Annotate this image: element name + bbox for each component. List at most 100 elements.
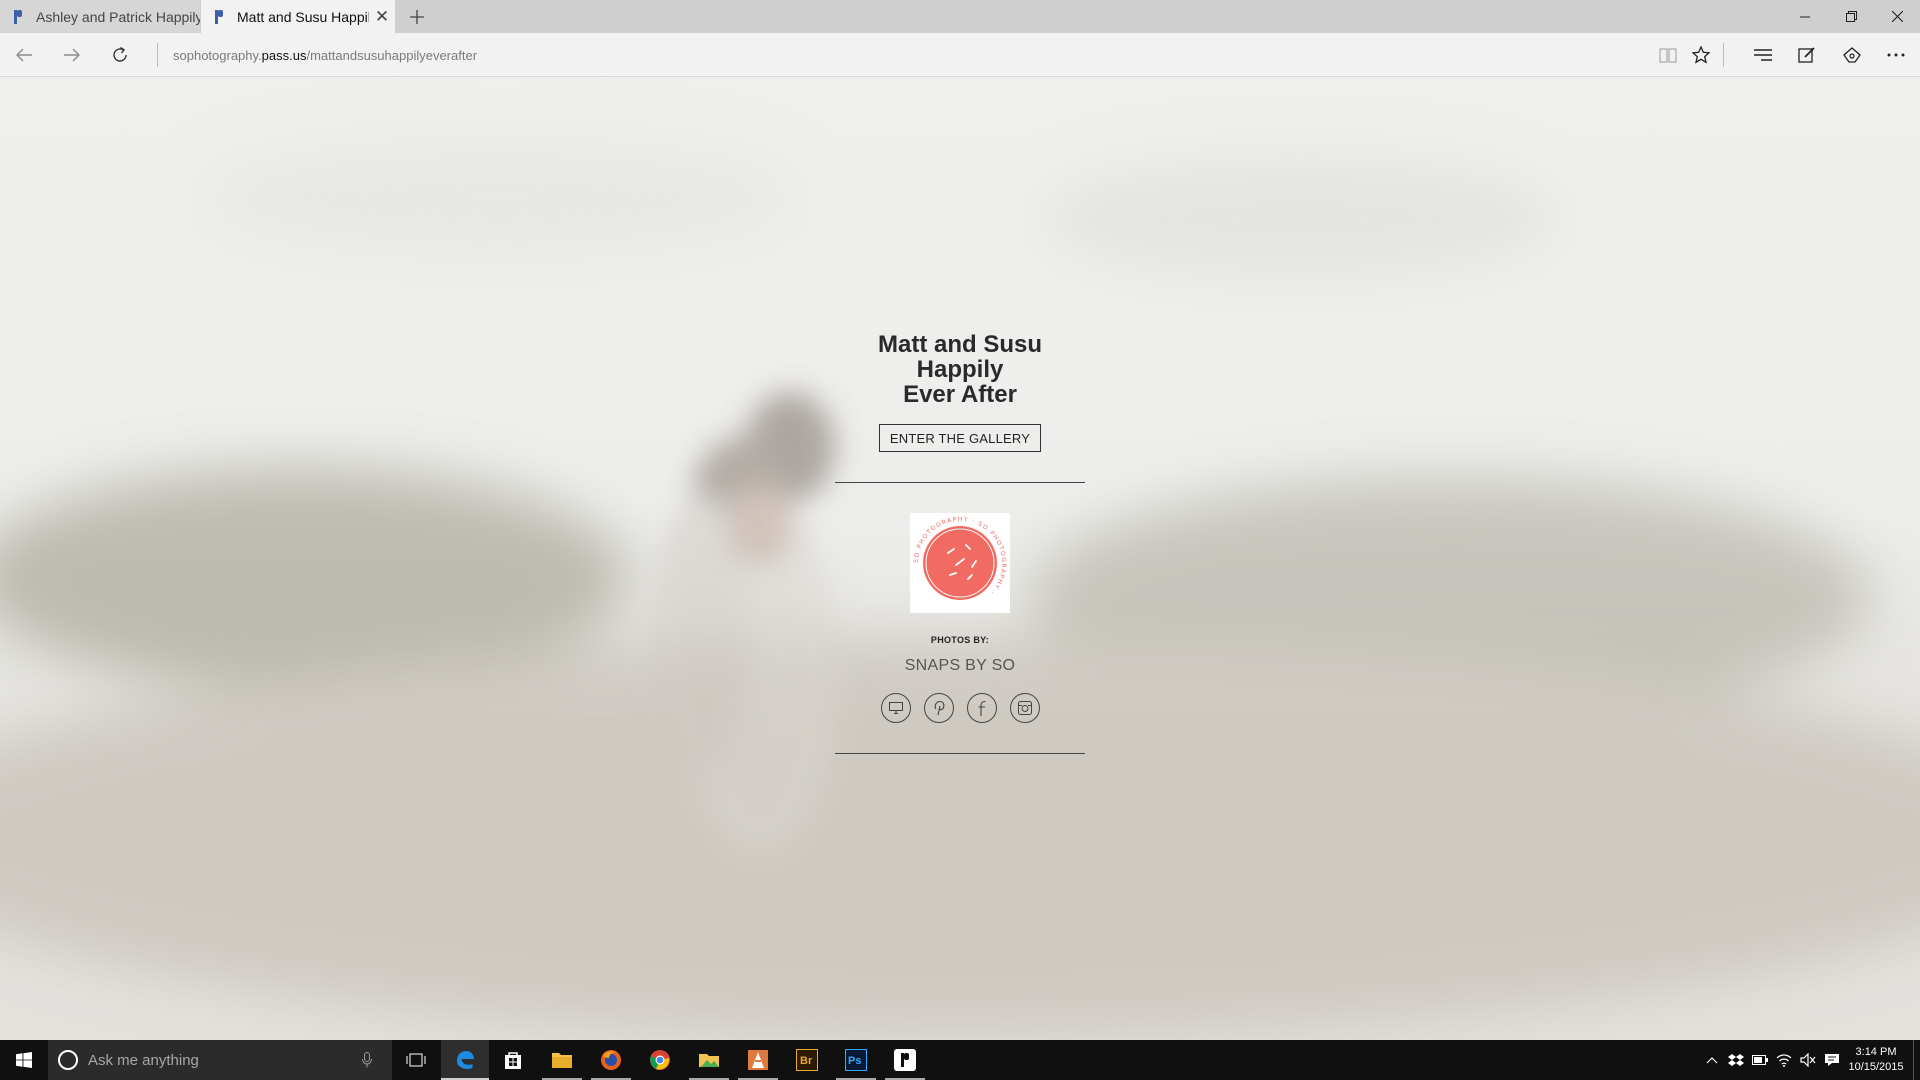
taskbar-app-firefox[interactable] (587, 1040, 635, 1080)
more-dots-icon (1887, 53, 1905, 57)
forward-button[interactable] (52, 33, 92, 77)
taskbar-app-photoshop[interactable]: Ps (832, 1040, 880, 1080)
media-app-icon (748, 1050, 768, 1070)
social-links (835, 693, 1085, 723)
wifi-icon (1776, 1054, 1792, 1067)
clock-time: 3:14 PM (1855, 1046, 1897, 1058)
clock-date: 10/15/2015 (1848, 1061, 1904, 1073)
share-icon (1843, 47, 1861, 63)
address-separator (157, 43, 158, 67)
battery-icon (1752, 1055, 1768, 1065)
refresh-icon (113, 46, 127, 62)
pass-favicon-icon (211, 9, 227, 25)
url-prefix: sophotography. (173, 47, 262, 63)
pass-favicon-icon (10, 9, 26, 25)
chevron-up-icon (1706, 1057, 1718, 1064)
restore-icon (1845, 11, 1857, 22)
instagram-link[interactable] (1009, 693, 1040, 723)
tab-strip: Ashley and Patrick Happily E Matt and Su… (0, 0, 1920, 33)
pinterest-link[interactable] (923, 693, 954, 723)
star-icon (1692, 46, 1710, 64)
photographer-name: SNAPS BY SO (904, 657, 1016, 674)
back-arrow-icon (16, 48, 32, 62)
minimize-icon (1800, 16, 1810, 17)
gallery-title: Matt and Susu Happily Ever After (835, 332, 1085, 407)
tray-battery[interactable] (1748, 1040, 1772, 1080)
logo-seal-icon: SO PHOTOGRAPHY · SO PHOTOGRAPHY · (913, 516, 1006, 608)
tray-network[interactable] (1772, 1040, 1796, 1080)
chrome-icon (650, 1050, 670, 1070)
facebook-link[interactable] (966, 693, 997, 723)
taskbar-app-vlc[interactable] (734, 1040, 782, 1080)
tray-dropbox[interactable] (1724, 1040, 1748, 1080)
plus-icon (410, 9, 424, 24)
web-note-icon (1798, 47, 1815, 63)
cortana-icon (58, 1050, 78, 1070)
taskbar-app-photos[interactable] (685, 1040, 733, 1080)
folder-icon (552, 1053, 572, 1068)
close-window-button[interactable] (1874, 0, 1920, 33)
taskbar-app-chrome[interactable] (636, 1040, 684, 1080)
forward-arrow-icon (64, 48, 80, 62)
close-tab-icon[interactable]: ✕ (369, 7, 395, 27)
pinterest-icon (934, 700, 944, 716)
taskbar-app-file-explorer[interactable] (538, 1040, 586, 1080)
cortana-search-box[interactable]: Ask me anything (48, 1040, 392, 1080)
gallery-landing-page: Matt and Susu Happily Ever After ENTER T… (0, 77, 1920, 1040)
task-view-icon (406, 1053, 426, 1067)
divider-bottom (835, 753, 1085, 754)
favorite-button[interactable] (1681, 33, 1721, 77)
task-view-button[interactable] (392, 1040, 440, 1080)
restore-button[interactable] (1828, 0, 1874, 33)
photos-app-icon (699, 1054, 719, 1067)
hub-icon (1754, 49, 1772, 61)
svg-text:Ps: Ps (848, 1055, 861, 1067)
svg-text:Br: Br (800, 1055, 813, 1067)
photoshop-icon: Ps (845, 1049, 867, 1071)
tab-matt-susu[interactable]: Matt and Susu Happily E ✕ (201, 0, 395, 33)
pass-app-icon (894, 1049, 916, 1071)
url-path: /mattandsusuhappilyeverafter (306, 47, 478, 63)
enter-gallery-button[interactable]: ENTER THE GALLERY (878, 424, 1042, 452)
taskbar-app-bridge[interactable]: Br (783, 1040, 831, 1080)
toolbar-separator (1723, 43, 1724, 67)
refresh-button[interactable] (100, 33, 140, 77)
reading-view-icon (1659, 48, 1677, 63)
url-host: pass.us (261, 47, 307, 63)
website-link[interactable] (880, 693, 911, 723)
close-icon (1891, 11, 1903, 22)
share-button[interactable] (1832, 33, 1872, 77)
tab-ashley-patrick[interactable]: Ashley and Patrick Happily E (0, 0, 200, 33)
taskbar-app-store[interactable] (489, 1040, 537, 1080)
start-button[interactable] (0, 1040, 48, 1080)
web-note-button[interactable] (1787, 33, 1827, 77)
system-clock[interactable]: 3:14 PM 10/15/2015 (1846, 1040, 1906, 1080)
bridge-icon: Br (796, 1049, 818, 1071)
minimize-button[interactable] (1782, 0, 1828, 33)
title-line-1: Matt and Susu Happily (877, 331, 1042, 383)
hub-button[interactable] (1743, 33, 1783, 77)
taskbar-app-pass[interactable] (881, 1040, 929, 1080)
dropbox-icon (1728, 1054, 1744, 1066)
address-field[interactable]: sophotography. pass.us/mattandsusuhappily… (173, 33, 477, 77)
tab-title: Matt and Susu Happily E (237, 8, 369, 25)
volume-muted-icon (1800, 1053, 1816, 1067)
firefox-icon (601, 1050, 621, 1070)
photographer-logo[interactable]: SO PHOTOGRAPHY · SO PHOTOGRAPHY · (910, 513, 1010, 613)
taskbar-app-edge[interactable] (441, 1040, 489, 1080)
new-tab-button[interactable] (403, 0, 431, 33)
tray-action-center[interactable] (1820, 1040, 1844, 1080)
show-desktop-button[interactable] (1913, 1040, 1914, 1080)
tab-title: Ashley and Patrick Happily E (36, 8, 200, 25)
tray-volume[interactable] (1796, 1040, 1820, 1080)
more-button[interactable] (1876, 33, 1916, 77)
microphone-icon[interactable] (352, 1052, 382, 1068)
title-line-2: Ever After (903, 381, 1017, 408)
back-button[interactable] (4, 33, 44, 77)
edge-icon (457, 1051, 474, 1069)
gallery-intro: Matt and Susu Happily Ever After ENTER T… (835, 332, 1085, 754)
facebook-icon (978, 700, 986, 716)
instagram-icon (1017, 701, 1032, 715)
show-hidden-icons-button[interactable] (1700, 1040, 1724, 1080)
windows-logo-icon (16, 1052, 32, 1068)
